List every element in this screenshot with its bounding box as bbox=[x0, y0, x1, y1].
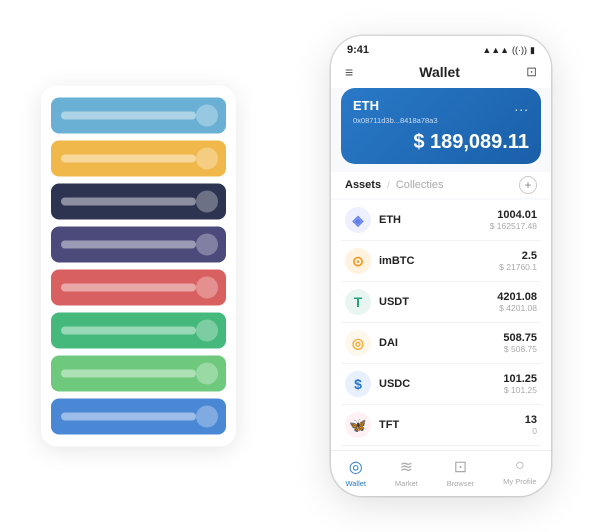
nav-label-2: Browser bbox=[447, 479, 475, 488]
asset-row-eth[interactable]: ◈ ETH 1004.01 $ 162517.48 bbox=[341, 200, 541, 241]
nav-header: ≡ Wallet ⊡ bbox=[331, 60, 551, 88]
asset-name-imbtc: imBTC bbox=[379, 255, 491, 267]
asset-name-tft: TFT bbox=[379, 419, 517, 431]
card-strip-5[interactable] bbox=[51, 313, 226, 349]
card-icon bbox=[196, 105, 218, 127]
back-panel bbox=[41, 86, 236, 447]
card-text-line bbox=[61, 198, 196, 206]
asset-amounts-eth: 1004.01 $ 162517.48 bbox=[490, 209, 537, 231]
card-strip-2[interactable] bbox=[51, 184, 226, 220]
card-strip-3[interactable] bbox=[51, 227, 226, 263]
tab-separator: / bbox=[387, 180, 390, 191]
asset-amounts-usdc: 101.25 $ 101.25 bbox=[503, 373, 537, 395]
add-asset-button[interactable]: + bbox=[519, 176, 537, 194]
asset-row-usdt[interactable]: T USDT 4201.08 $ 4201.08 bbox=[341, 282, 541, 323]
nav-item-wallet[interactable]: ◎ Wallet bbox=[345, 457, 366, 488]
eth-card[interactable]: ETH ... 0x08711d3b...8418a78a3 $ 189,089… bbox=[341, 88, 541, 164]
card-text-line bbox=[61, 284, 196, 292]
battery-icon: ▮ bbox=[530, 45, 535, 56]
phone: 9:41 ▲▲▲ ((·)) ▮ ≡ Wallet ⊡ ETH ... 0x08… bbox=[331, 36, 551, 496]
bottom-nav: ◎ Wallet ≋ Market ⊡ Browser ○ My Profile bbox=[331, 450, 551, 496]
asset-name-usdc: USDC bbox=[379, 378, 495, 390]
asset-amounts-imbtc: 2.5 $ 21760.1 bbox=[499, 250, 537, 272]
nav-label-3: My Profile bbox=[503, 477, 536, 486]
status-bar: 9:41 ▲▲▲ ((·)) ▮ bbox=[331, 36, 551, 60]
asset-name-usdt: USDT bbox=[379, 296, 489, 308]
tab-collecties[interactable]: Collecties bbox=[396, 179, 444, 191]
asset-icon-dai: ◎ bbox=[345, 330, 371, 356]
asset-row-imbtc[interactable]: ⊙ imBTC 2.5 $ 21760.1 bbox=[341, 241, 541, 282]
profile-nav-icon: ○ bbox=[515, 457, 525, 475]
asset-row-tft[interactable]: 🦋 TFT 13 0 bbox=[341, 405, 541, 446]
card-strip-4[interactable] bbox=[51, 270, 226, 306]
page-title: Wallet bbox=[419, 64, 460, 80]
browser-nav-icon: ⊡ bbox=[454, 457, 467, 477]
nav-label-0: Wallet bbox=[345, 479, 366, 488]
card-strip-6[interactable] bbox=[51, 356, 226, 392]
asset-icon-tft: 🦋 bbox=[345, 412, 371, 438]
asset-icon-eth: ◈ bbox=[345, 207, 371, 233]
card-text-line bbox=[61, 241, 196, 249]
eth-card-balance: $ 189,089.11 bbox=[353, 131, 529, 154]
card-icon bbox=[196, 363, 218, 385]
card-text-line bbox=[61, 327, 196, 335]
scene: 9:41 ▲▲▲ ((·)) ▮ ≡ Wallet ⊡ ETH ... 0x08… bbox=[21, 16, 581, 516]
signal-icon: ▲▲▲ bbox=[482, 45, 509, 55]
asset-icon-imbtc: ⊙ bbox=[345, 248, 371, 274]
asset-list: ◈ ETH 1004.01 $ 162517.48 ⊙ imBTC 2.5 $ … bbox=[331, 200, 551, 450]
card-icon bbox=[196, 148, 218, 170]
asset-amounts-tft: 13 0 bbox=[525, 414, 537, 436]
asset-amounts-usdt: 4201.08 $ 4201.08 bbox=[497, 291, 537, 313]
nav-item-browser[interactable]: ⊡ Browser bbox=[447, 457, 475, 488]
wifi-icon: ((·)) bbox=[512, 45, 527, 55]
card-text-line bbox=[61, 413, 196, 421]
card-text-line bbox=[61, 112, 196, 120]
eth-card-more[interactable]: ... bbox=[514, 98, 529, 114]
card-icon bbox=[196, 320, 218, 342]
card-strip-7[interactable] bbox=[51, 399, 226, 435]
card-icon bbox=[196, 234, 218, 256]
tab-assets[interactable]: Assets bbox=[345, 179, 381, 191]
card-icon bbox=[196, 406, 218, 428]
asset-amounts-dai: 508.75 $ 508.75 bbox=[503, 332, 537, 354]
nav-item-market[interactable]: ≋ Market bbox=[395, 457, 418, 488]
card-text-line bbox=[61, 370, 196, 378]
card-text-line bbox=[61, 155, 196, 163]
eth-card-address: 0x08711d3b...8418a78a3 bbox=[353, 116, 529, 125]
asset-name-eth: ETH bbox=[379, 214, 482, 226]
status-icons: ▲▲▲ ((·)) ▮ bbox=[482, 45, 535, 56]
card-icon bbox=[196, 277, 218, 299]
asset-icon-usdt: T bbox=[345, 289, 371, 315]
nav-item-my-profile[interactable]: ○ My Profile bbox=[503, 457, 536, 488]
asset-row-usdc[interactable]: $ USDC 101.25 $ 101.25 bbox=[341, 364, 541, 405]
nav-label-1: Market bbox=[395, 479, 418, 488]
card-strip-0[interactable] bbox=[51, 98, 226, 134]
market-nav-icon: ≋ bbox=[400, 457, 413, 477]
assets-tabs: Assets / Collecties + bbox=[331, 172, 551, 198]
card-icon bbox=[196, 191, 218, 213]
status-time: 9:41 bbox=[347, 44, 369, 56]
wallet-nav-icon: ◎ bbox=[349, 457, 363, 477]
menu-icon[interactable]: ≡ bbox=[345, 64, 353, 80]
expand-icon[interactable]: ⊡ bbox=[526, 64, 537, 80]
eth-card-coin: ETH bbox=[353, 98, 379, 113]
asset-name-dai: DAI bbox=[379, 337, 495, 349]
asset-icon-usdc: $ bbox=[345, 371, 371, 397]
card-strip-1[interactable] bbox=[51, 141, 226, 177]
asset-row-dai[interactable]: ◎ DAI 508.75 $ 508.75 bbox=[341, 323, 541, 364]
